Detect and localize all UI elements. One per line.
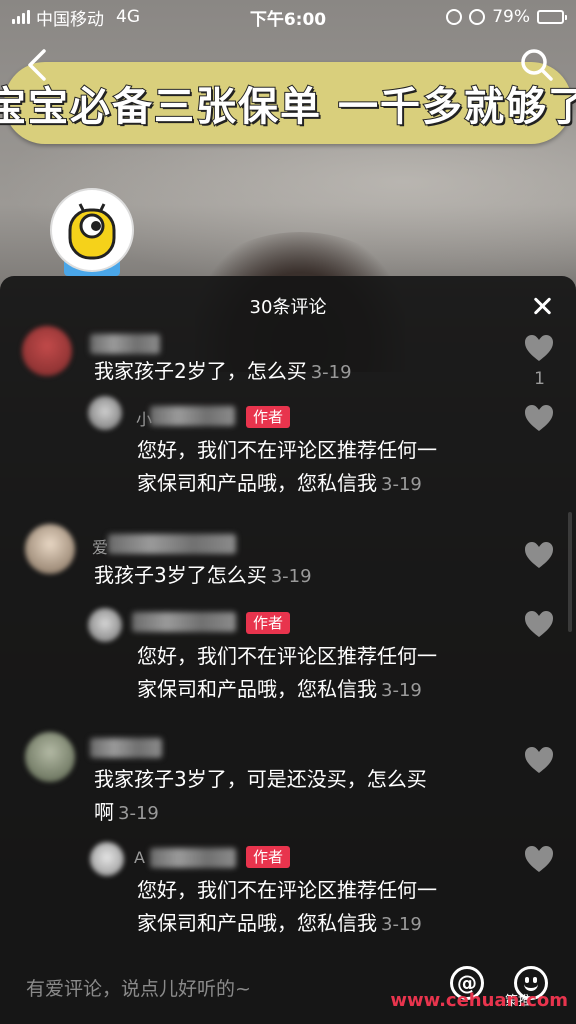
comment-text[interactable]: 您好，我们不在评论区推荐任何一 家保司和产品哦，您私信我 3-19 xyxy=(137,874,437,941)
comment-text[interactable]: 我孩子3岁了怎么买 3-19 xyxy=(94,559,312,593)
author-badge: 作者 xyxy=(246,406,291,428)
heart-icon[interactable] xyxy=(524,845,554,873)
battery-icon xyxy=(537,10,567,24)
username-prefix: 爱 xyxy=(92,538,109,557)
comment-date: 3-19 xyxy=(381,914,422,935)
comment-input[interactable]: 有爱评论，说点儿好听的~ xyxy=(26,974,251,1001)
username[interactable] xyxy=(150,406,235,426)
comment-body: 我孩子3岁了怎么买 xyxy=(94,563,267,587)
comment-body-line2: 啊 xyxy=(94,800,114,824)
username[interactable] xyxy=(150,848,236,868)
chevron-left-icon xyxy=(28,49,46,81)
sheet-header: 30条评论 xyxy=(0,276,576,336)
heart-icon[interactable] xyxy=(524,746,554,774)
comment-text[interactable]: 您好，我们不在评论区推荐任何一 家保司和产品哦，您私信我 3-19 xyxy=(137,434,437,501)
heart-icon[interactable] xyxy=(524,404,554,432)
alarm-icon xyxy=(469,9,486,25)
heart-icon[interactable] xyxy=(524,610,554,638)
comment-body-line1: 您好，我们不在评论区推荐任何一 xyxy=(137,438,437,462)
back-button[interactable] xyxy=(22,48,52,82)
comment-date: 3-19 xyxy=(118,803,159,824)
comment-body: 我家孩子2岁了，怎么买 xyxy=(94,359,307,383)
comment-date: 3-19 xyxy=(381,680,422,701)
comment-date: 3-19 xyxy=(270,566,312,587)
comment-body-line2: 家保司和产品哦，您私信我 xyxy=(137,911,377,935)
video-title: 宝宝必备三张保单 一千多就够了 xyxy=(0,83,576,131)
comment-text[interactable]: 我家孩子3岁了，可是还没买，怎么买 啊 3-19 xyxy=(94,763,427,830)
heart-icon[interactable] xyxy=(524,334,554,362)
avatar[interactable] xyxy=(88,608,122,642)
comment-body-line2: 家保司和产品哦，您私信我 xyxy=(137,471,377,495)
username[interactable] xyxy=(90,334,160,354)
battery-percent: 79% xyxy=(492,7,530,27)
username[interactable] xyxy=(108,534,236,554)
comment-text[interactable]: 您好，我们不在评论区推荐任何一 家保司和产品哦，您私信我 3-19 xyxy=(137,640,437,707)
heart-icon[interactable] xyxy=(524,541,554,569)
comment-date: 3-19 xyxy=(381,474,422,495)
avatar[interactable] xyxy=(88,396,122,430)
comment-text[interactable]: 我家孩子2岁了，怎么买 3-19 xyxy=(94,355,352,389)
comment-body-line2: 家保司和产品哦，您私信我 xyxy=(137,677,377,701)
carrier-name: 中国移动 xyxy=(36,9,104,30)
avatar[interactable] xyxy=(90,842,124,876)
search-icon xyxy=(521,49,553,81)
status-right: 79% xyxy=(446,0,567,34)
username[interactable] xyxy=(132,612,236,632)
username[interactable] xyxy=(90,738,162,758)
scrollbar[interactable] xyxy=(568,512,572,632)
author-badge: 作者 xyxy=(246,846,291,868)
author-badge: 作者 xyxy=(246,612,291,634)
comment-sheet: 30条评论 我家孩子2岁了，怎么买 3-19 1 小 作者 您好，我们不在评论区推… xyxy=(0,276,576,948)
like-count: 1 xyxy=(534,369,545,389)
mascot-icon xyxy=(68,203,116,260)
avatar[interactable] xyxy=(22,326,72,376)
close-icon[interactable] xyxy=(530,294,554,318)
avatar[interactable] xyxy=(25,732,75,782)
comment-body-line1: 您好，我们不在评论区推荐任何一 xyxy=(137,644,437,668)
signal-icon xyxy=(12,10,30,24)
comment-body-line1: 我家孩子3岁了，可是还没买，怎么买 xyxy=(94,767,427,791)
video-title-banner: 宝宝必备三张保单 一千多就够了 xyxy=(0,62,576,144)
creator-avatar[interactable] xyxy=(50,188,134,272)
username-prefix: A xyxy=(134,848,145,867)
orientation-lock-icon xyxy=(446,9,463,25)
comment-count-title: 30条评论 xyxy=(249,297,327,318)
status-bar: 中国移动 4G 下午6:00 79% xyxy=(0,0,576,34)
comment-date: 3-19 xyxy=(310,362,352,383)
network-type: 4G xyxy=(116,7,140,27)
comment-body-line1: 您好，我们不在评论区推荐任何一 xyxy=(137,878,437,902)
comment-input-bar[interactable]: 有爱评论，说点儿好听的~ xyxy=(0,948,576,1024)
avatar[interactable] xyxy=(25,524,75,574)
search-button[interactable] xyxy=(520,48,554,82)
watermark-site: www.cehuan.com xyxy=(390,990,568,1011)
